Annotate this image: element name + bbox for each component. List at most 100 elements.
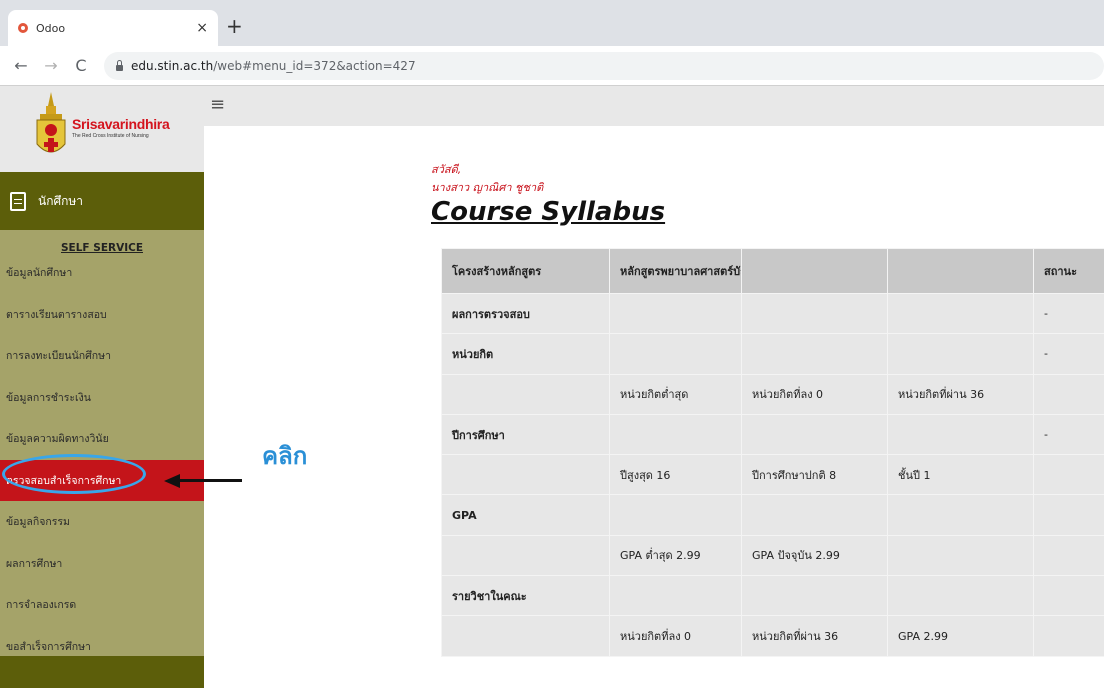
table-cell	[1033, 494, 1104, 536]
new-tab-button[interactable]: +	[226, 14, 243, 38]
annotation-arrow-head-icon	[164, 474, 180, 488]
logo-area: Srisavarindhira The Red Cross Institute …	[0, 86, 204, 172]
table-cell	[609, 292, 742, 335]
institute-emblem-icon	[36, 92, 66, 153]
table-header-row: โครงสร้างหลักสูตร หลักสูตรพยาบาลศาสตร์บั…	[441, 248, 1104, 294]
sidebar-item-schedule[interactable]: ตารางเรียนตารางสอบ	[0, 294, 204, 336]
table-cell	[441, 454, 610, 496]
table-cell	[1033, 534, 1104, 577]
table-cell: GPA ต่ำสุด 2.99	[609, 534, 742, 577]
sidebar-item-activities[interactable]: ข้อมูลกิจกรรม	[0, 501, 204, 543]
sidebar-item-payment[interactable]: ข้อมูลการชำระเงิน	[0, 377, 204, 419]
table-row: หน่วยกิตต่ำสุด หน่วยกิตที่ลง 0 หน่วยกิตที่…	[441, 373, 1104, 415]
table-cell: หน่วยกิต	[441, 333, 610, 375]
header-structure: โครงสร้างหลักสูตร	[441, 248, 610, 294]
browser-tab-strip: Odoo × +	[0, 0, 1104, 46]
logo-subtitle: The Red Cross Institute of Nursing	[72, 133, 149, 139]
table-cell	[741, 413, 888, 456]
table-cell: ชั้นปี 1	[887, 454, 1034, 496]
document-icon	[10, 191, 26, 211]
table-cell	[441, 373, 610, 415]
table-cell	[1033, 575, 1104, 617]
table-cell	[609, 494, 742, 536]
table-cell: หน่วยกิตต่ำสุด	[609, 373, 742, 415]
table-cell	[741, 292, 888, 335]
table-cell: หน่วยกิตที่ลง 0	[609, 615, 742, 657]
header-blank-1	[741, 248, 888, 294]
reload-icon[interactable]: C	[72, 56, 90, 75]
table-row: หน่วยกิตที่ลง 0 หน่วยกิตที่ผ่าน 36 GPA 2.9…	[441, 615, 1104, 657]
table-row: หน่วยกิต -	[441, 333, 1104, 375]
table-row: รายวิชาในคณะ	[441, 575, 1104, 617]
table-cell	[1033, 454, 1104, 496]
table-cell: -	[1033, 413, 1104, 456]
header-blank-2	[887, 248, 1034, 294]
table-cell	[609, 575, 742, 617]
url-host: edu.stin.ac.th	[131, 58, 214, 73]
table-cell: ผลการตรวจสอบ	[441, 292, 610, 335]
table-row: GPA ต่ำสุด 2.99 GPA ปัจจุบัน 2.99	[441, 534, 1104, 577]
table-row: ปีการศึกษา -	[441, 413, 1104, 456]
table-cell: ปีการศึกษา	[441, 413, 610, 456]
table-cell	[1033, 615, 1104, 657]
tab-title: Odoo	[36, 21, 66, 35]
app-top-bar: ≡	[204, 86, 1104, 126]
forward-arrow-icon[interactable]: →	[42, 56, 60, 75]
table-cell	[887, 413, 1034, 456]
sidebar-footer	[0, 656, 204, 688]
back-arrow-icon[interactable]: ←	[12, 56, 30, 75]
table-cell: รายวิชาในคณะ	[441, 575, 610, 617]
table-cell	[887, 292, 1034, 335]
table-row: GPA	[441, 494, 1104, 536]
table-cell	[887, 494, 1034, 536]
table-cell: หน่วยกิตที่ผ่าน 36	[887, 373, 1034, 415]
table-cell	[887, 333, 1034, 375]
greeting-user-name: นางสาว ญาณิศา ชูชาติ	[431, 181, 544, 194]
table-cell	[887, 575, 1034, 617]
course-syllabus-table: โครงสร้างหลักสูตร หลักสูตรพยาบาลศาสตร์บั…	[441, 248, 1104, 657]
tab-close-icon[interactable]: ×	[196, 20, 208, 36]
table-cell: GPA 2.99	[887, 615, 1034, 657]
table-cell	[741, 333, 888, 375]
table-cell	[887, 534, 1034, 577]
table-cell: -	[1033, 333, 1104, 375]
table-cell	[741, 494, 888, 536]
sidebar-item-grades[interactable]: ผลการศึกษา	[0, 543, 204, 585]
address-bar: ← → C edu.stin.ac.th/web#menu_id=372&act…	[0, 46, 1104, 86]
table-cell	[741, 575, 888, 617]
header-status: สถานะ	[1033, 248, 1104, 294]
hamburger-menu-icon[interactable]: ≡	[210, 94, 225, 115]
table-row: ปีสูงสุด 16 ปีการศึกษาปกติ 8 ชั้นปี 1	[441, 454, 1104, 496]
table-row: ผลการตรวจสอบ -	[441, 292, 1104, 335]
url-input[interactable]: edu.stin.ac.th/web#menu_id=372&action=42…	[104, 51, 1104, 80]
table-cell: GPA ปัจจุบัน 2.99	[741, 534, 888, 577]
table-cell	[609, 413, 742, 456]
greeting-line-1: สวัสดี,	[431, 163, 462, 176]
sidebar-item-grade-simulation[interactable]: การจำลองเกรด	[0, 584, 204, 626]
table-cell	[441, 534, 610, 577]
table-cell: -	[1033, 292, 1104, 335]
logo-name: Srisavarindhira	[72, 116, 170, 132]
table-cell	[609, 333, 742, 375]
table-cell	[1033, 373, 1104, 415]
sidebar-item-student-info[interactable]: ข้อมูลนักศึกษา	[0, 252, 204, 294]
sidebar-item-registration[interactable]: การลงทะเบียนนักศึกษา	[0, 335, 204, 377]
lock-icon	[116, 59, 123, 71]
table-cell: หน่วยกิตที่ผ่าน 36	[741, 615, 888, 657]
table-cell: หน่วยกิตที่ลง 0	[741, 373, 888, 415]
sidebar-section-title: SELF SERVICE	[61, 242, 143, 254]
browser-tab[interactable]: Odoo ×	[8, 10, 218, 46]
table-cell: GPA	[441, 494, 610, 536]
table-cell	[441, 615, 610, 657]
sidebar-header-students[interactable]: นักศึกษา	[0, 172, 204, 230]
annotation-arrow-shaft	[178, 479, 242, 482]
table-cell: ปีสูงสุด 16	[609, 454, 742, 496]
header-program: หลักสูตรพยาบาลศาสตร์บัณฑิต	[609, 248, 742, 294]
click-annotation-label: คลิก	[262, 442, 308, 470]
sidebar-item-discipline[interactable]: ข้อมูลความผิดทางวินัย	[0, 418, 204, 460]
table-cell: ปีการศึกษาปกติ 8	[741, 454, 888, 496]
url-path: /web#menu_id=372&action=427	[213, 58, 416, 73]
sidebar-header-label: นักศึกษา	[38, 193, 83, 208]
odoo-favicon-icon	[18, 23, 28, 33]
sidebar: นักศึกษา SELF SERVICE ข้อมูลนักศึกษา ตาร…	[0, 172, 204, 688]
